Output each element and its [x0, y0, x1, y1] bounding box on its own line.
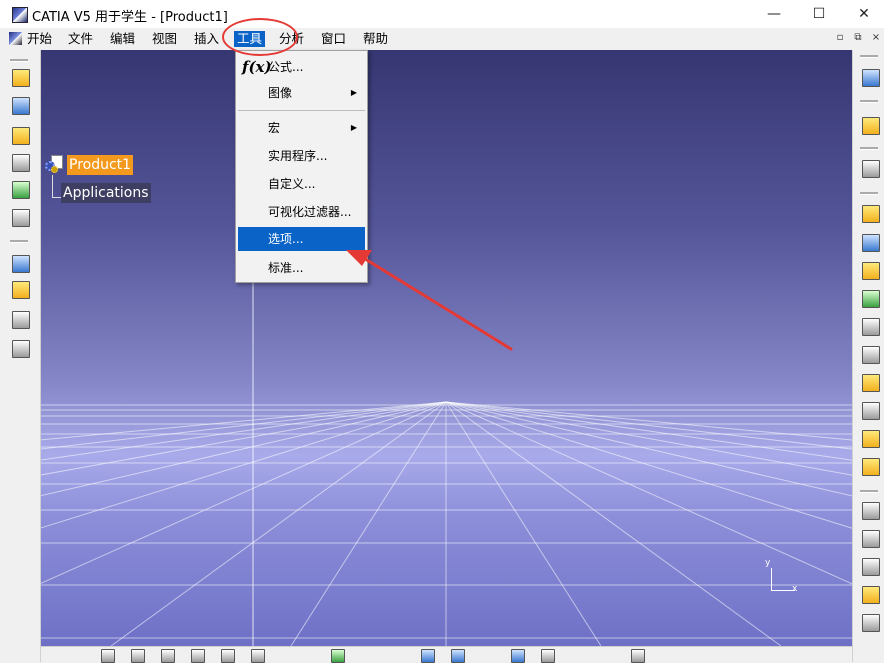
swap-visible-space-icon[interactable]	[541, 649, 555, 663]
select-arrow-icon[interactable]	[862, 117, 880, 135]
mdi-minimize-button[interactable]: ▫	[833, 31, 847, 45]
toolbar-handle[interactable]	[860, 192, 878, 195]
menu-item-formula[interactable]: f(x) 公式...	[238, 55, 365, 79]
fast-multi-instantiation-icon[interactable]	[12, 340, 30, 358]
submenu-arrow-icon: ▶	[350, 123, 357, 132]
tree-node-product[interactable]: Product1	[67, 155, 134, 175]
graph-tree-reorder-icon[interactable]	[862, 374, 880, 392]
shading-icon[interactable]	[451, 649, 465, 663]
toolbar-handle[interactable]	[860, 147, 878, 150]
tree-branch-line	[52, 197, 61, 198]
new-component-icon[interactable]	[862, 205, 880, 223]
close-button[interactable]: ✕	[842, 0, 884, 28]
tree-expand-icon[interactable]	[12, 255, 30, 273]
generate-numbering-icon[interactable]	[862, 402, 880, 420]
replace-component-icon[interactable]	[862, 346, 880, 364]
pan-icon[interactable]	[161, 649, 175, 663]
annotation-circle	[222, 18, 298, 56]
tools-dropdown-menu: f(x) 公式... 图像 ▶ 宏 ▶ 实用程序... 自定义... 可视化过滤…	[235, 50, 368, 283]
bottom-toolbar	[41, 646, 852, 663]
product-icon[interactable]	[45, 155, 63, 175]
hide-show-bottom-icon[interactable]	[511, 649, 525, 663]
catalog-browser-icon[interactable]	[12, 97, 30, 115]
menu-item-visual-filter[interactable]: 可视化过滤器...	[238, 200, 365, 224]
bill-of-material-icon[interactable]	[12, 281, 30, 299]
generate-numbering-icon[interactable]	[12, 209, 30, 227]
right-toolbar	[852, 50, 884, 662]
selective-load-icon[interactable]	[862, 430, 880, 448]
update-icon[interactable]	[862, 160, 880, 178]
zoom-in-icon[interactable]	[221, 649, 235, 663]
axis-x-label: x	[792, 584, 798, 594]
grid-icon[interactable]	[631, 649, 645, 663]
window-title: CATIA V5 用于学生 - [Product1]	[32, 10, 228, 25]
rotate-icon[interactable]	[191, 649, 205, 663]
mdi-close-button[interactable]: ×	[869, 31, 883, 45]
start-menu-icon[interactable]	[9, 32, 22, 45]
submenu-arrow-icon: ▶	[350, 88, 357, 97]
menu-view[interactable]: 视图	[149, 31, 180, 47]
no-show-icon[interactable]	[862, 614, 880, 632]
maximize-button[interactable]: ☐	[797, 0, 841, 28]
menu-item-image[interactable]: 图像 ▶	[238, 81, 365, 105]
catia-app-icon	[12, 7, 28, 23]
light-bulb-icon[interactable]	[862, 586, 880, 604]
scene-icon[interactable]	[12, 311, 30, 329]
fast-multi-instantiation-icon[interactable]	[862, 502, 880, 520]
title-bar: CATIA V5 用于学生 - [Product1] — ☐ ✕	[0, 0, 884, 29]
menu-separator	[238, 110, 365, 111]
new-product-icon[interactable]	[862, 234, 880, 252]
menu-start[interactable]: 开始	[24, 31, 55, 47]
quick-view-icon[interactable]	[421, 649, 435, 663]
existing-component-icon[interactable]	[12, 127, 30, 145]
toolbar-handle[interactable]	[860, 490, 878, 493]
replace-component-icon[interactable]	[12, 154, 30, 172]
existing-component-icon[interactable]	[862, 290, 880, 308]
3d-viewport[interactable]	[41, 50, 852, 646]
menu-insert[interactable]: 插入	[191, 31, 222, 47]
product-structure-icon[interactable]	[12, 69, 30, 87]
manage-representations-icon[interactable]	[862, 458, 880, 476]
fit-all-icon[interactable]	[131, 649, 145, 663]
menu-item-standards[interactable]: 标准...	[238, 256, 365, 280]
menu-item-customize[interactable]: 自定义...	[238, 172, 365, 196]
existing-positioning-icon[interactable]	[862, 318, 880, 336]
axis-y-label: y	[765, 558, 771, 568]
measure-icon[interactable]	[862, 530, 880, 548]
toolbar-handle[interactable]	[860, 55, 878, 58]
assembly-workbench-icon[interactable]	[862, 69, 880, 87]
graph-tree-reordering-icon[interactable]	[12, 181, 30, 199]
normal-view-icon[interactable]	[331, 649, 345, 663]
tree-branch-line	[52, 175, 53, 197]
menu-file[interactable]: 文件	[65, 31, 96, 47]
left-toolbar	[0, 50, 41, 662]
menu-item-macro[interactable]: 宏 ▶	[238, 116, 365, 140]
menu-item-utility[interactable]: 实用程序...	[238, 144, 365, 168]
fly-mode-icon[interactable]	[101, 649, 115, 663]
menu-item-options[interactable]: 选项...	[238, 227, 365, 251]
minimize-button[interactable]: —	[752, 0, 796, 28]
menu-window[interactable]: 窗口	[318, 31, 349, 47]
toolbar-handle[interactable]	[860, 100, 878, 103]
ground-grid	[41, 50, 852, 646]
tree-node-applications[interactable]: Applications	[61, 183, 151, 203]
axis-compass: y x	[763, 558, 803, 598]
menu-edit[interactable]: 编辑	[107, 31, 138, 47]
mdi-restore-button[interactable]: ⧉	[851, 31, 865, 45]
hide-show-icon[interactable]	[862, 558, 880, 576]
toolbar-handle[interactable]	[10, 59, 28, 62]
toolbar-handle[interactable]	[10, 240, 28, 243]
menu-help[interactable]: 帮助	[360, 31, 391, 47]
new-part-icon[interactable]	[862, 262, 880, 280]
menu-bar: 开始 文件 编辑 视图 插入 工具 分析 窗口 帮助 ▫ ⧉ ×	[0, 28, 884, 51]
zoom-out-icon[interactable]	[251, 649, 265, 663]
